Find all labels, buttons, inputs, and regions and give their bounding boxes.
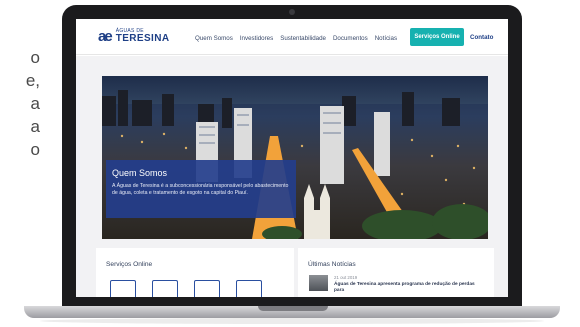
document-icon[interactable] — [236, 280, 262, 297]
servicos-online-button[interactable]: Serviços Online — [410, 28, 464, 46]
nav-item-noticias[interactable]: Notícias — [375, 35, 397, 42]
logo-big-text: TERESINA — [115, 33, 170, 44]
laptop-frame: ae ÁGUAS DE TERESINA Quem Somos Investid… — [62, 5, 522, 309]
ultimas-noticias-card: Últimas Notícias 21 out 2019 Águas de Te… — [298, 248, 494, 297]
quem-somos-box[interactable]: Quem Somos A Águas de Teresina é a subco… — [106, 160, 296, 218]
servicos-online-title: Serviços Online — [106, 261, 153, 268]
news-date: 21 out 2019 — [334, 275, 358, 280]
background-text-fragments: o e, a a o — [0, 46, 40, 161]
ultimas-noticias-title: Últimas Notícias — [308, 261, 356, 268]
text-fragment: o — [30, 140, 40, 159]
main-nav: Quem Somos Investidores Sustentabilidade… — [195, 35, 404, 42]
text-fragment: a — [30, 94, 40, 113]
logo-text: ÁGUAS DE TERESINA — [116, 29, 170, 44]
service-icons — [110, 280, 262, 297]
nav-item-documentos[interactable]: Documentos — [333, 35, 368, 42]
site-logo[interactable]: ae ÁGUAS DE TERESINA — [98, 28, 170, 45]
page-content: Quem Somos A Águas de Teresina é a subco… — [76, 56, 508, 297]
nav-item-sustentabilidade[interactable]: Sustentabilidade — [280, 35, 326, 42]
truck-icon[interactable] — [152, 280, 178, 297]
skyline — [102, 90, 460, 128]
logo-mark: ae — [98, 28, 113, 45]
camera-icon — [289, 9, 295, 15]
text-fragment: a — [30, 117, 40, 136]
news-thumbnail[interactable] — [309, 275, 328, 291]
news-headline-link[interactable]: Águas de Teresina apresenta programa de … — [334, 282, 484, 294]
servicos-online-card: Serviços Online — [96, 248, 294, 297]
text-fragment: o — [30, 48, 40, 67]
laptop-screen: ae ÁGUAS DE TERESINA Quem Somos Investid… — [76, 19, 508, 297]
quem-somos-text: A Águas de Teresina é a subconcessionári… — [112, 183, 289, 196]
calendar-icon[interactable] — [194, 280, 220, 297]
laptop-shadow — [40, 318, 544, 324]
quem-somos-title: Quem Somos — [112, 168, 168, 178]
nav-item-quem-somos[interactable]: Quem Somos — [195, 35, 233, 42]
site-header: ae ÁGUAS DE TERESINA Quem Somos Investid… — [76, 19, 508, 55]
nav-item-investidores[interactable]: Investidores — [240, 35, 273, 42]
hero-banner: Quem Somos A Águas de Teresina é a subco… — [102, 76, 488, 239]
laptop-base-notch — [258, 306, 328, 311]
nav-item-contato[interactable]: Contato — [470, 34, 493, 41]
cathedral — [304, 184, 330, 239]
invoice-icon[interactable] — [110, 280, 136, 297]
text-fragment: e, — [25, 71, 40, 90]
